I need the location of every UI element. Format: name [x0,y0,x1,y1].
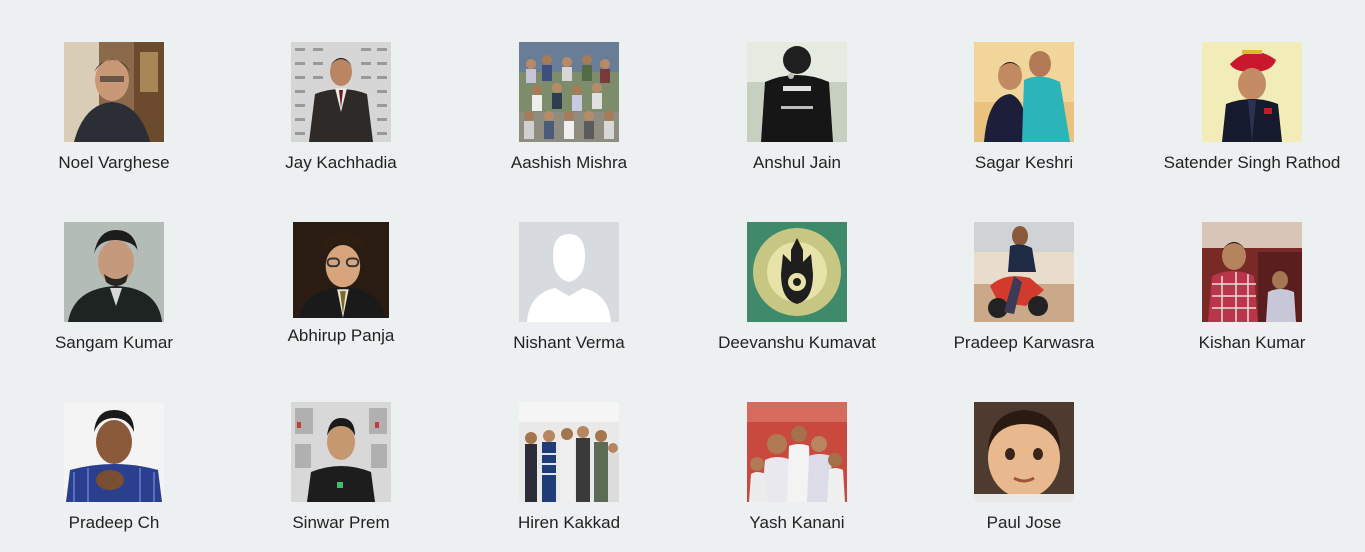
friend-card[interactable]: Hiren Kakkad [455,402,683,552]
group-photo[interactable] [519,42,619,142]
friend-card[interactable]: Nishant Verma [455,222,683,372]
friend-card[interactable]: Yash Kanani [683,402,911,552]
friend-card[interactable]: Noel Varghese [0,42,228,192]
profile-photo[interactable] [64,222,164,322]
friend-name[interactable]: Hiren Kakkad [455,513,683,533]
profile-photo[interactable] [291,42,391,142]
friend-name[interactable]: Pradeep Ch [0,513,228,533]
friend-card[interactable]: Anshul Jain [683,42,911,192]
profile-photo[interactable] [1202,222,1302,322]
friend-name[interactable]: Sangam Kumar [0,333,228,353]
friend-card[interactable]: Paul Jose [910,402,1138,552]
friend-name[interactable]: Sinwar Prem [227,513,455,533]
friend-name[interactable]: Abhirup Panja [227,326,455,346]
friend-card[interactable]: Abhirup Panja [227,222,455,372]
profile-photo[interactable] [974,402,1074,502]
friend-name[interactable]: Jay Kachhadia [227,153,455,173]
profile-photo[interactable] [291,402,391,502]
friend-card[interactable]: Sangam Kumar [0,222,228,372]
friend-name[interactable]: Deevanshu Kumavat [683,333,911,353]
friend-card[interactable]: Sinwar Prem [227,402,455,552]
profile-photo[interactable] [974,42,1074,142]
profile-photo[interactable] [1202,42,1302,142]
friend-card[interactable]: Deevanshu Kumavat [683,222,911,372]
friend-name[interactable]: Anshul Jain [683,153,911,173]
profile-photo[interactable] [293,222,389,318]
friend-card[interactable]: Kishan Kumar [1138,222,1365,372]
friend-name[interactable]: Aashish Mishra [455,153,683,173]
friend-card[interactable]: Pradeep Karwasra [910,222,1138,372]
friend-name[interactable]: Sagar Keshri [910,153,1138,173]
friend-name[interactable]: Paul Jose [910,513,1138,533]
friend-card[interactable]: Pradeep Ch [0,402,228,552]
default-avatar-silhouette[interactable] [519,222,619,322]
profile-photo[interactable] [64,42,164,142]
profile-photo[interactable] [747,42,847,142]
friends-grid: Noel Varghese Jay Kachhadia Aashish Mish… [0,0,1365,542]
group-photo[interactable] [747,402,847,502]
friend-name[interactable]: Noel Varghese [0,153,228,173]
group-photo[interactable] [519,402,619,502]
friend-card[interactable]: Satender Singh Rathod [1138,42,1365,192]
friend-name[interactable]: Nishant Verma [455,333,683,353]
friend-card[interactable]: Sagar Keshri [910,42,1138,192]
friend-name[interactable]: Pradeep Karwasra [910,333,1138,353]
friend-name[interactable]: Kishan Kumar [1138,333,1365,353]
profile-photo[interactable] [64,402,164,502]
friend-card[interactable]: Aashish Mishra [455,42,683,192]
friend-name[interactable]: Yash Kanani [683,513,911,533]
profile-photo[interactable] [974,222,1074,322]
friend-name[interactable]: Satender Singh Rathod [1138,153,1365,173]
friend-card[interactable]: Jay Kachhadia [227,42,455,192]
hamsa-art[interactable] [747,222,847,322]
